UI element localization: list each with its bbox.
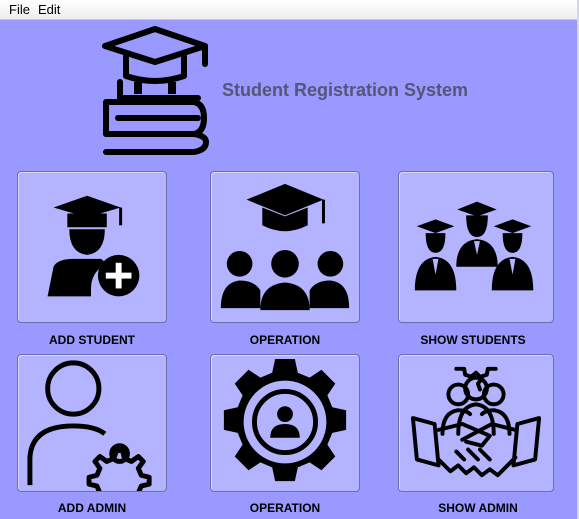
operation-admin-button[interactable] [210,354,360,492]
add-student-label: ADD STUDENT [49,333,135,347]
app-title: Student Registration System [222,80,469,100]
user-gear-icon [27,360,152,491]
graduation-cap-books-icon [98,24,212,156]
gear-user-icon [223,358,347,482]
operation-button[interactable] [210,171,360,323]
menu-file[interactable]: File [9,2,30,17]
add-student-button[interactable] [17,171,167,323]
show-admin-label: SHOW ADMIN [438,501,518,515]
show-students-label: SHOW STUDENTS [420,333,526,347]
add-admin-button[interactable] [17,354,167,492]
show-students-button[interactable] [398,171,554,323]
operation-label-2: OPERATION [249,501,321,515]
show-admin-button[interactable] [398,354,554,492]
students-in-caps-icon [414,201,534,291]
handshake-team-icon [410,366,542,478]
menu-bar: File Edit [0,0,579,20]
add-admin-label: ADD ADMIN [57,501,127,515]
add-student-icon [47,195,140,297]
operation-label-1: OPERATION [249,333,321,347]
menu-edit[interactable]: Edit [38,2,60,17]
graduate-group-icon [220,183,350,311]
